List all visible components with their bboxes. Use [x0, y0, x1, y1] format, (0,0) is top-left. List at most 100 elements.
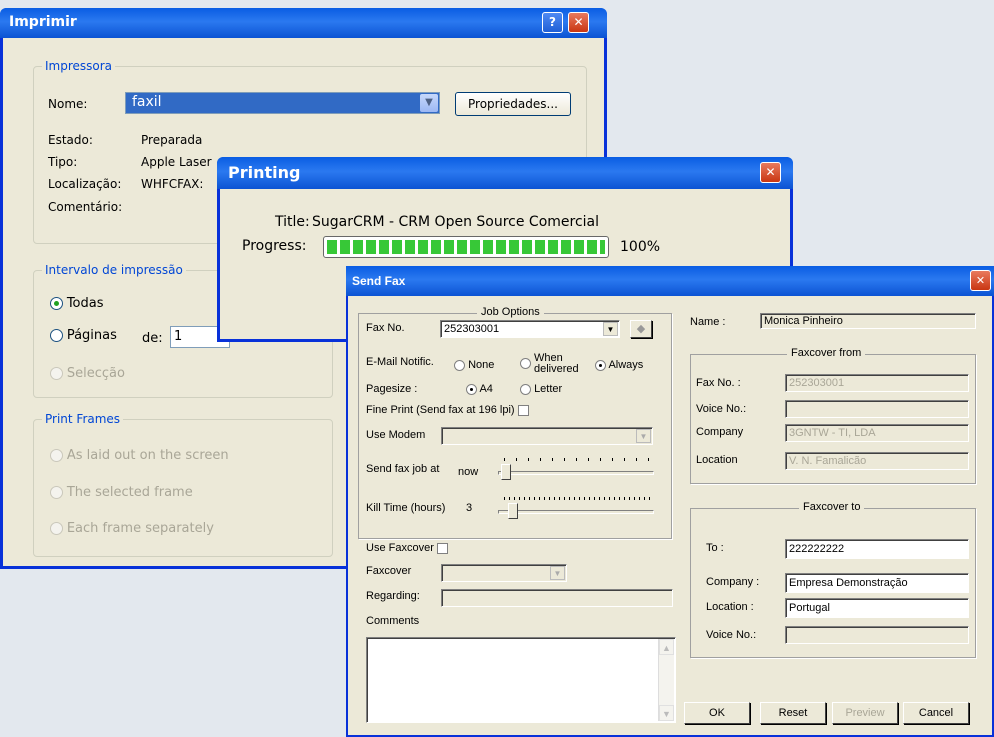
regarding-input[interactable] [441, 589, 673, 607]
from-company-input[interactable]: 3GNTW - TI, LDA [785, 424, 969, 442]
chevron-down-icon[interactable]: ▼ [603, 322, 618, 336]
scroll-up-icon[interactable]: ▲ [659, 639, 674, 655]
job-options-label: Job Options [477, 306, 544, 318]
from-location-input[interactable]: V. N. Famalicão [785, 452, 969, 470]
range-pages-option[interactable]: Páginas [50, 328, 117, 343]
send-job-thumb[interactable] [501, 464, 511, 480]
to-voice-input[interactable] [785, 626, 969, 644]
close-icon[interactable]: ✕ [970, 270, 991, 291]
frame-option-1[interactable]: As laid out on the screen [50, 448, 229, 463]
printer-select[interactable]: faxil ▼ [125, 92, 440, 114]
send-fax-dialog: Send Fax ✕ Job Options Fax No. 252303001… [346, 266, 994, 737]
comments-label: Comments [366, 615, 420, 627]
pagesize-a4-label: A4 [479, 383, 493, 395]
progress-fill [327, 240, 605, 254]
from-company-value: 3GNTW - TI, LDA [789, 427, 876, 439]
range-all-option[interactable]: Todas [50, 296, 104, 311]
to-location-input[interactable]: Portugal [785, 598, 969, 618]
ok-button[interactable]: OK [684, 702, 750, 724]
email-delivered-option[interactable]: When delivered [520, 353, 592, 375]
close-icon[interactable]: ✕ [568, 12, 589, 33]
use-faxcover-checkbox[interactable] [436, 542, 448, 554]
close-icon[interactable]: ✕ [760, 162, 781, 183]
properties-button[interactable]: Propriedades... [455, 92, 571, 116]
kill-time-slider[interactable] [498, 495, 654, 519]
fine-print-checkbox[interactable] [517, 404, 529, 416]
print-title-label: Title: [275, 214, 310, 230]
faxcover-select[interactable]: ▼ [441, 564, 567, 582]
type-value: Apple Laser [141, 155, 212, 169]
radio-frame-2[interactable] [50, 486, 63, 499]
send-job-label: Send fax job at [366, 463, 440, 475]
from-fax-input[interactable]: 252303001 [785, 374, 969, 392]
pagesize-a4-option[interactable]: A4 [466, 383, 493, 395]
send-job-slider[interactable] [498, 456, 654, 480]
email-delivered-label: When delivered [534, 352, 579, 375]
fine-print-option[interactable]: Fine Print (Send fax at 196 lpi) [366, 404, 529, 416]
email-always-option[interactable]: Always [595, 359, 643, 371]
chevron-down-icon[interactable]: ▼ [636, 429, 651, 443]
frame-option-3[interactable]: Each frame separately [50, 521, 214, 536]
print-dialog-title: Imprimir [9, 14, 77, 30]
chevron-down-icon[interactable]: ▼ [420, 94, 438, 112]
to-company-input[interactable]: Empresa Demonstração [785, 573, 969, 593]
chevron-down-icon[interactable]: ▼ [550, 566, 565, 580]
kill-time-ticks [504, 497, 652, 500]
radio-selection[interactable] [50, 367, 63, 380]
to-label: To : [706, 542, 724, 554]
frame-option-2-label: The selected frame [66, 485, 193, 500]
radio-email-none[interactable] [454, 359, 465, 371]
cancel-button[interactable]: Cancel [903, 702, 969, 724]
kill-time-thumb[interactable] [508, 503, 518, 519]
type-label: Tipo: [48, 155, 78, 169]
comments-textarea[interactable]: ▲ ▼ [366, 637, 676, 723]
use-modem-label: Use Modem [366, 429, 426, 441]
pagesize-label: Pagesize : [366, 383, 418, 395]
frames-group-label: Print Frames [42, 412, 124, 426]
reset-button[interactable]: Reset [760, 702, 826, 724]
fax-no-select[interactable]: 252303001 ▼ [440, 320, 620, 338]
fax-no-value: 252303001 [444, 323, 500, 335]
printing-dialog-titlebar[interactable]: Printing ✕ [217, 157, 793, 189]
help-icon[interactable]: ? [542, 12, 563, 33]
frame-option-1-label: As laid out on the screen [66, 448, 229, 463]
printer-select-value: faxil [132, 94, 162, 110]
use-modem-select[interactable]: ▼ [441, 427, 653, 445]
fine-print-label: Fine Print (Send fax at 196 lpi) [366, 404, 515, 416]
to-location-value: Portugal [789, 602, 830, 614]
to-location-label: Location : [706, 601, 754, 613]
range-selection-option[interactable]: Selecção [50, 366, 125, 381]
print-dialog-titlebar[interactable]: Imprimir ? ✕ [0, 8, 607, 38]
range-all-label: Todas [66, 296, 104, 311]
pagesize-letter-option[interactable]: Letter [520, 383, 562, 395]
regarding-label: Regarding: [366, 590, 420, 602]
send-fax-titlebar[interactable]: Send Fax ✕ [346, 266, 994, 296]
to-input[interactable]: 222222222 [785, 539, 969, 559]
scroll-down-icon[interactable]: ▼ [659, 705, 674, 721]
radio-frame-1[interactable] [50, 449, 63, 462]
radio-email-always[interactable] [595, 359, 606, 371]
preview-button[interactable]: Preview [832, 702, 898, 724]
radio-email-delivered[interactable] [520, 358, 531, 369]
use-faxcover-label: Use Faxcover [366, 542, 434, 554]
radio-all[interactable] [50, 297, 63, 310]
radio-pagesize-a4[interactable] [466, 383, 477, 395]
use-faxcover-option[interactable]: Use Faxcover [366, 542, 448, 554]
email-none-option[interactable]: None [454, 359, 494, 371]
printer-name-label: Nome: [48, 97, 88, 111]
radio-pagesize-letter[interactable] [520, 383, 531, 395]
from-label: de: [142, 331, 163, 346]
range-pages-label: Páginas [66, 328, 117, 343]
radio-frame-3[interactable] [50, 522, 63, 535]
from-company-label: Company [696, 426, 744, 438]
range-group-label: Intervalo de impressão [42, 263, 186, 277]
location-label: Localização: [48, 177, 122, 191]
frame-option-2[interactable]: The selected frame [50, 485, 193, 500]
email-notific-label: E-Mail Notific. [366, 356, 434, 368]
radio-pages[interactable] [50, 329, 63, 342]
from-voice-input[interactable] [785, 400, 969, 418]
fax-lookup-button[interactable]: ◆ [630, 320, 652, 338]
fax-no-label: Fax No. [366, 322, 405, 334]
comments-scrollbar[interactable]: ▲ ▼ [658, 639, 674, 721]
status-value: Preparada [141, 133, 203, 147]
